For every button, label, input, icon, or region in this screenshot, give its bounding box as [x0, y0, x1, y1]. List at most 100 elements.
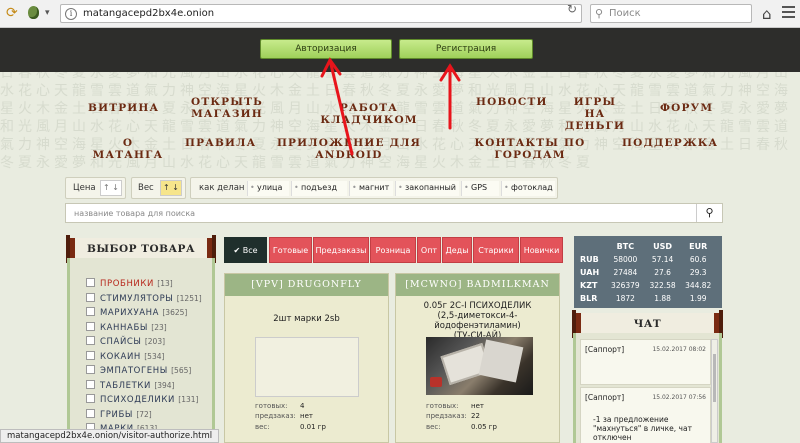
category-checkbox[interactable] — [86, 307, 95, 316]
category-item[interactable]: КАННАБЫ [23] — [86, 321, 167, 334]
chat-time: 15.02.2017 08:02 — [652, 346, 706, 353]
category-item[interactable]: ТАБЛЕТКИ [394] — [86, 379, 175, 392]
tab-ready[interactable]: Готовые — [269, 237, 312, 263]
onion-icon[interactable] — [26, 5, 42, 21]
address-bar[interactable]: i matangacepd2bx4e.onion — [60, 4, 582, 23]
rates-header-btc: BTC — [616, 242, 635, 251]
info-icon[interactable]: i — [65, 8, 77, 20]
category-item[interactable]: СПАЙСЫ [203] — [86, 336, 165, 348]
chat-scrollbar[interactable] — [711, 339, 718, 443]
nav-news[interactable]: НОВОСТИ — [476, 96, 546, 108]
nav-rules[interactable]: ПРАВИЛА — [185, 137, 255, 149]
tor-icon[interactable]: ⟳ — [6, 5, 22, 21]
price-sort[interactable]: Цена ↑ ↓ — [65, 177, 126, 199]
chip-buried[interactable]: закопанный — [395, 181, 459, 196]
nav-about[interactable]: О МАТАНГА — [88, 137, 168, 161]
product-title[interactable]: 0.05г 2C-I ПСИХОДЕЛИК (2,5-диметокси-4-й… — [400, 301, 555, 341]
shop-name[interactable]: [MCWNO] BADMILKMAN — [396, 274, 559, 296]
rates-currency: KZT — [580, 281, 598, 290]
rates-currency: UAH — [580, 268, 600, 277]
category-item[interactable]: СТИМУЛЯТОРЫ [1251] — [86, 292, 202, 305]
tab-wholesale[interactable]: Опт — [417, 237, 441, 263]
rates-currency: BLR — [580, 294, 598, 303]
menu-icon[interactable] — [782, 6, 795, 21]
search-button[interactable]: ⚲ — [696, 204, 722, 222]
product-title[interactable]: 2шт марки 2sb — [229, 314, 384, 324]
rates-value: 60.6 — [689, 255, 707, 264]
rates-value: 57.14 — [651, 255, 674, 264]
chat-author[interactable]: [Саппорт] — [585, 393, 624, 402]
category-item[interactable]: ЭМПАТОГЕНЫ [565] — [86, 365, 191, 377]
chevron-down-icon[interactable]: ▾ — [45, 5, 61, 21]
tab-grandpas[interactable]: Деды — [442, 237, 472, 263]
register-button[interactable]: Регистрация — [399, 39, 533, 59]
rates-value: 344.82 — [685, 281, 712, 290]
nav-open-shop[interactable]: ОТКРЫТЬ МАГАЗИН — [190, 96, 264, 120]
weight-row: вес: 0.01 гр — [255, 423, 326, 432]
ready-row: готовых: нет — [426, 402, 484, 411]
nav-courier-job[interactable]: РАБОТА КЛАДЧИКОМ — [304, 102, 434, 126]
chat-text: -1 за предложение "махнуться" в личке, ч… — [593, 415, 692, 442]
category-name: ПРОБНИКИ — [100, 279, 154, 289]
chip-photo[interactable]: фотоклад — [501, 181, 555, 196]
category-checkbox[interactable] — [86, 292, 95, 302]
product-card[interactable]: [MCWNO] BADMILKMAN 0.05г 2C-I ПСИХОДЕЛИК… — [395, 273, 560, 443]
home-icon[interactable]: ⌂ — [762, 5, 772, 23]
browser-search-input[interactable]: ⚲ Поиск — [590, 4, 752, 23]
exchange-rates: BTC USD EUR RUB 58000 57.14 60.6 UAH 274… — [574, 236, 722, 308]
category-item[interactable]: ГРИБЫ [72] — [86, 408, 152, 421]
shop-name[interactable]: [VPV] DRUGONFLY — [225, 274, 388, 296]
chip-gps[interactable]: GPS — [461, 181, 499, 196]
category-count: [3625] — [162, 308, 188, 317]
rates-header-usd: USD — [653, 242, 673, 251]
rates-row: UAH 27484 27.6 29.3 — [580, 266, 716, 279]
category-count: [394] — [154, 380, 175, 390]
url-text[interactable]: matangacepd2bx4e.onion — [83, 8, 214, 19]
tab-oldtimers[interactable]: Старики — [473, 237, 519, 263]
tab-retail[interactable]: Розница — [370, 237, 416, 263]
chat-author[interactable]: [Саппорт] — [585, 345, 624, 354]
login-button[interactable]: Авторизация — [260, 39, 392, 59]
product-image-placeholder[interactable] — [255, 337, 359, 397]
category-item[interactable]: ПРОБНИКИ [13] — [86, 278, 173, 290]
weight-sort[interactable]: Вес ↑ ↓ — [131, 177, 186, 199]
product-title-line1: 0.05г 2C-I ПСИХОДЕЛИК — [423, 301, 532, 311]
category-checkbox[interactable] — [86, 321, 95, 331]
nav-forum[interactable]: ФОРУМ — [660, 102, 712, 114]
category-checkbox[interactable] — [86, 278, 95, 287]
category-item[interactable]: КОКАИН [534] — [86, 350, 164, 363]
category-item[interactable]: ПСИХОДЕЛИКИ [131] — [86, 394, 198, 406]
category-checkbox[interactable] — [86, 379, 95, 389]
category-count: [203] — [144, 337, 166, 346]
chip-magnet[interactable]: магнит — [349, 181, 393, 196]
weight-sort-arrows[interactable]: ↑ ↓ — [160, 180, 182, 196]
category-count: [1251] — [176, 293, 202, 303]
category-checkbox[interactable] — [86, 408, 95, 418]
price-sort-arrows[interactable]: ↑ ↓ — [100, 180, 122, 196]
category-checkbox[interactable] — [86, 394, 95, 403]
chip-street[interactable]: улица — [247, 181, 289, 196]
tab-all[interactable]: ✔ Все — [224, 237, 267, 263]
nav-support[interactable]: ПОДДЕРЖКА — [622, 137, 717, 149]
category-checkbox[interactable] — [86, 350, 95, 360]
product-card[interactable]: [VPV] DRUGONFLY 2шт марки 2sb готовых: 4 … — [224, 273, 389, 443]
nav-city-contacts[interactable]: КОНТАКТЫ ПО ГОРОДАМ — [452, 137, 608, 161]
ready-label: готовых: — [255, 402, 288, 410]
chip-entrance[interactable]: подъезд — [291, 181, 347, 196]
tab-newcomers[interactable]: Новички — [520, 237, 563, 263]
category-checkbox[interactable] — [86, 336, 95, 345]
rates-value: 27484 — [613, 268, 638, 277]
nav-showcase[interactable]: ВИТРИНА — [88, 102, 158, 114]
chat-message: [Саппорт] 15.02.2017 08:02 — [580, 339, 711, 385]
reload-icon[interactable]: ↻ — [567, 2, 577, 16]
category-count: [72] — [136, 409, 152, 419]
category-checkbox[interactable] — [86, 365, 95, 374]
nav-android-app[interactable]: ПРИЛОЖЕНИЕ ДЛЯ ANDROID — [263, 137, 435, 161]
rates-value: 27.6 — [654, 268, 671, 277]
tab-preorders[interactable]: Предзаказы — [313, 237, 369, 263]
nav-games[interactable]: ИГРЫ НА ДЕНЬГИ — [563, 96, 627, 132]
category-item[interactable]: МАРИХУАНА [3625] — [86, 307, 187, 319]
preorder-label: предзаказ: — [426, 412, 467, 420]
product-search[interactable]: название товара для поиска ⚲ — [65, 203, 723, 223]
product-photo[interactable] — [426, 337, 533, 395]
